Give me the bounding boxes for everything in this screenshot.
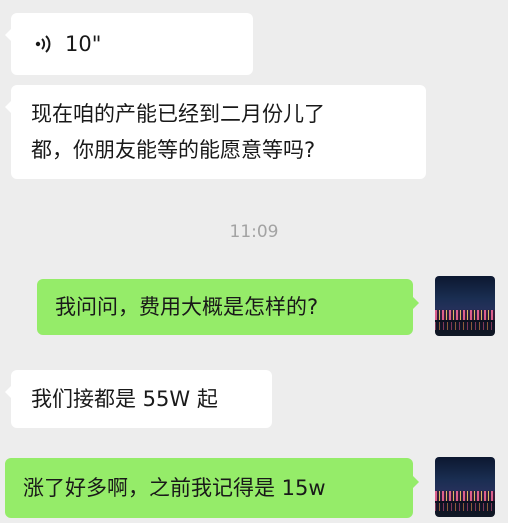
user-avatar[interactable]	[435, 276, 495, 336]
user-avatar[interactable]	[435, 457, 495, 517]
message-text: 涨了好多啊，之前我记得是 15w	[23, 476, 326, 500]
message-bubble-price-reply[interactable]: 涨了好多啊，之前我记得是 15w	[5, 458, 419, 518]
message-line-2: 都，你朋友能等的能愿意等吗?	[31, 138, 316, 162]
message-bubble-price[interactable]: 我们接都是 55W 起	[5, 370, 272, 428]
message-text: 我问问，费用大概是怎样的?	[55, 295, 319, 319]
timestamp: 11:09	[229, 222, 279, 242]
message-line-1: 现在咱的产能已经到二月份儿了	[31, 102, 325, 126]
voice-wave-icon	[35, 35, 51, 53]
voice-duration: 10"	[65, 32, 102, 56]
message-text: 我们接都是 55W 起	[31, 387, 218, 411]
message-bubble-capacity[interactable]: 现在咱的产能已经到二月份儿了 都，你朋友能等的能愿意等吗?	[5, 85, 426, 179]
message-bubble-cost-question[interactable]: 我问问，费用大概是怎样的?	[37, 279, 419, 335]
voice-message-bubble[interactable]: 10"	[5, 13, 253, 75]
